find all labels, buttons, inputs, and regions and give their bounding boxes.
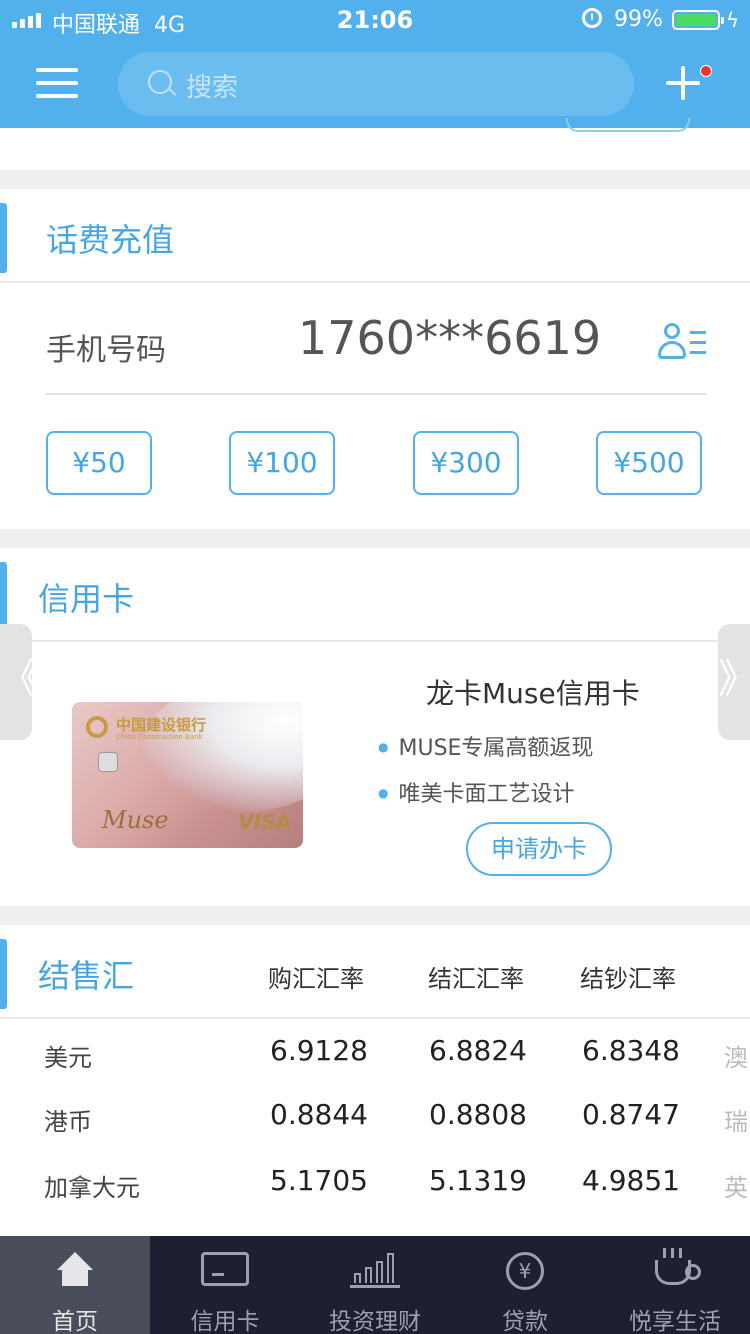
home-icon (54, 1252, 96, 1292)
column-header-sell: 结汇汇率 (428, 965, 524, 993)
previous-section-remainder (0, 128, 750, 170)
tab-credit-card[interactable]: 信用卡 (150, 1236, 300, 1334)
next-currency-partial: 瑞 (724, 1108, 748, 1136)
section-title: 话费充值 (46, 221, 175, 259)
app-header: 中国联通 4G 21:06 99% ϟ 搜索 (0, 0, 750, 128)
carousel-next-button[interactable]: 》 (718, 624, 750, 740)
column-header-cash: 结钞汇率 (580, 965, 676, 993)
credit-card-icon (201, 1252, 249, 1286)
column-header-buy: 购汇汇率 (268, 965, 364, 993)
section-accent-bar (0, 203, 7, 273)
currency-name: 美元 (44, 1044, 92, 1072)
alarm-icon (582, 8, 602, 28)
section-title: 结售汇 (38, 957, 135, 995)
bar-chart-icon (350, 1252, 400, 1288)
sell-rate: 5.1319 (429, 1164, 527, 1197)
credit-card-image[interactable]: 中国建设银行 China Construction Bank Muse VISA (72, 702, 303, 848)
card-feature: MUSE专属高额返现 (378, 730, 593, 762)
amount-button-500[interactable]: ¥500 (596, 431, 702, 495)
previous-section-button-edge (566, 118, 690, 132)
credit-card-section: 信用卡 《 》 中国建设银行 China Construction Bank M… (0, 548, 750, 906)
amount-button-50[interactable]: ¥50 (46, 431, 152, 495)
cash-rate: 4.9851 (582, 1164, 680, 1197)
amount-button-100[interactable]: ¥100 (229, 431, 335, 495)
cash-rate: 0.8747 (582, 1098, 680, 1131)
carousel-prev-button[interactable]: 《 (0, 624, 40, 740)
tab-lifestyle[interactable]: 悦享生活 (600, 1236, 750, 1334)
tab-label: 首页 (52, 1309, 98, 1334)
card-bank-name: 中国建设银行 (116, 716, 207, 734)
battery-percent: 99% (614, 7, 663, 32)
section-header: 信用卡 (0, 548, 750, 642)
sell-rate: 6.8824 (429, 1034, 527, 1067)
fx-row[interactable]: 港币 0.8844 0.8808 0.8747 瑞 (0, 1086, 750, 1150)
bottom-tab-bar: 首页 信用卡 投资理财 ¥ 贷款 悦享生活 (0, 1236, 750, 1334)
sell-rate: 0.8808 (429, 1098, 527, 1131)
tab-label: 投资理财 (329, 1309, 421, 1334)
section-accent-bar (0, 939, 7, 1009)
divider (46, 393, 706, 395)
tab-home[interactable]: 首页 (0, 1236, 150, 1334)
apply-card-button[interactable]: 申请办卡 (466, 822, 612, 876)
buy-rate: 6.9128 (270, 1034, 368, 1067)
fx-row[interactable]: 加拿大元 5.1705 5.1319 4.9851 英 (0, 1152, 750, 1216)
phone-label: 手机号码 (46, 333, 166, 368)
amount-button-300[interactable]: ¥300 (413, 431, 519, 495)
tab-label: 信用卡 (190, 1309, 260, 1334)
next-currency-partial: 英 (724, 1174, 748, 1202)
buy-rate: 5.1705 (270, 1164, 368, 1197)
coffee-cup-icon (653, 1248, 701, 1288)
phone-number-field[interactable]: 1760***6619 (298, 311, 601, 365)
section-header: 结售汇 购汇汇率 结汇汇率 结钞汇率 (0, 925, 750, 1019)
add-icon[interactable] (664, 64, 702, 102)
card-feature: 唯美卡面工艺设计 (378, 776, 574, 808)
fx-section: 结售汇 购汇汇率 结汇汇率 结钞汇率 美元 6.9128 6.8824 6.83… (0, 925, 750, 1236)
card-brand: Muse (102, 806, 169, 834)
tab-label: 贷款 (502, 1309, 548, 1334)
card-name: 龙卡Muse信用卡 (426, 677, 640, 710)
status-bar: 中国联通 4G 21:06 99% ϟ (0, 0, 750, 40)
section-accent-bar (0, 562, 7, 632)
contacts-icon[interactable] (658, 323, 706, 363)
yen-circle-icon: ¥ (506, 1252, 544, 1290)
cash-rate: 6.8348 (582, 1034, 680, 1067)
charging-icon: ϟ (726, 8, 740, 32)
search-bar[interactable]: 搜索 (118, 52, 634, 116)
currency-name: 加拿大元 (44, 1174, 140, 1202)
card-chip-icon (98, 752, 118, 772)
recharge-section: 话费充值 手机号码 1760***6619 ¥50 ¥100 ¥300 ¥500 (0, 189, 750, 529)
tab-loan[interactable]: ¥ 贷款 (450, 1236, 600, 1334)
tab-label: 悦享生活 (629, 1309, 721, 1334)
section-title: 信用卡 (38, 580, 135, 618)
fx-row[interactable]: 美元 6.9128 6.8824 6.8348 澳 (0, 1022, 750, 1086)
visa-logo: VISA (238, 810, 291, 834)
section-header: 话费充值 (0, 189, 750, 283)
notification-dot (700, 65, 712, 77)
currency-name: 港币 (44, 1108, 92, 1136)
search-icon (148, 70, 172, 94)
search-placeholder: 搜索 (186, 73, 239, 103)
card-bank-name-en: China Construction Bank (116, 733, 203, 741)
next-currency-partial: 澳 (724, 1044, 748, 1072)
buy-rate: 0.8844 (270, 1098, 368, 1131)
battery-icon (672, 10, 724, 30)
tab-investment[interactable]: 投资理财 (300, 1236, 450, 1334)
bank-logo-icon (86, 716, 108, 738)
menu-icon[interactable] (36, 68, 78, 100)
